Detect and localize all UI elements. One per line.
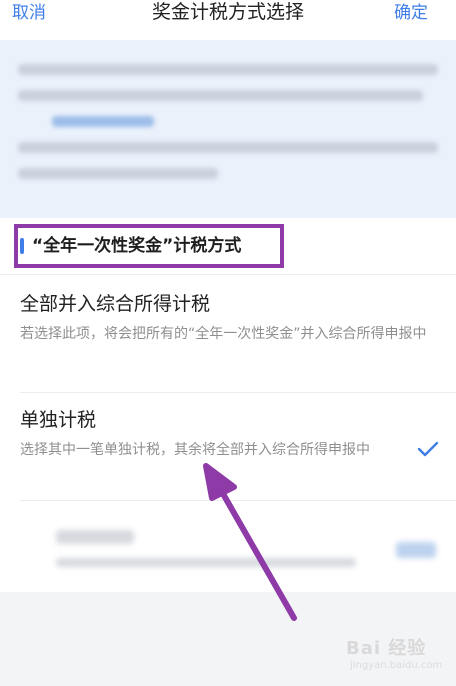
watermark: Bai 经验 jingyan.baidu.com [338,634,450,680]
option-description: 选择其中一笔单独计税，其余将全部并入综合所得申报中 [20,442,370,458]
divider [20,500,456,501]
notice-text-blurred [18,168,218,179]
watermark-logo: Bai 经验 [346,638,427,659]
notice-text-blurred [18,64,438,75]
divider [0,274,456,275]
page-title: 奖金计税方式选择 [151,1,304,23]
option-title: 全部并入综合所得计税 [20,293,211,315]
notice-text-blurred [18,90,423,101]
option-title: 单独计税 [20,409,97,431]
check-icon [417,441,439,457]
notice-panel [0,40,456,218]
top-navigation-bar: 取消 奖金计税方式选择 确定 [0,0,456,40]
option-description: 若选择此项，将会把所有的“全年一次性奖金”并入综合所得申报中 [20,326,427,342]
divider [20,392,456,393]
bonus-item-desc-blurred [56,558,356,567]
bonus-item-button-blurred[interactable] [396,542,436,558]
confirm-button[interactable]: 确定 [394,2,428,24]
watermark-url: jingyan.baidu.com [350,660,443,671]
notice-link-blurred[interactable] [52,116,154,127]
notice-text-blurred [18,142,438,153]
bonus-item-title-blurred [56,530,134,544]
annotation-highlight-box [14,224,284,268]
